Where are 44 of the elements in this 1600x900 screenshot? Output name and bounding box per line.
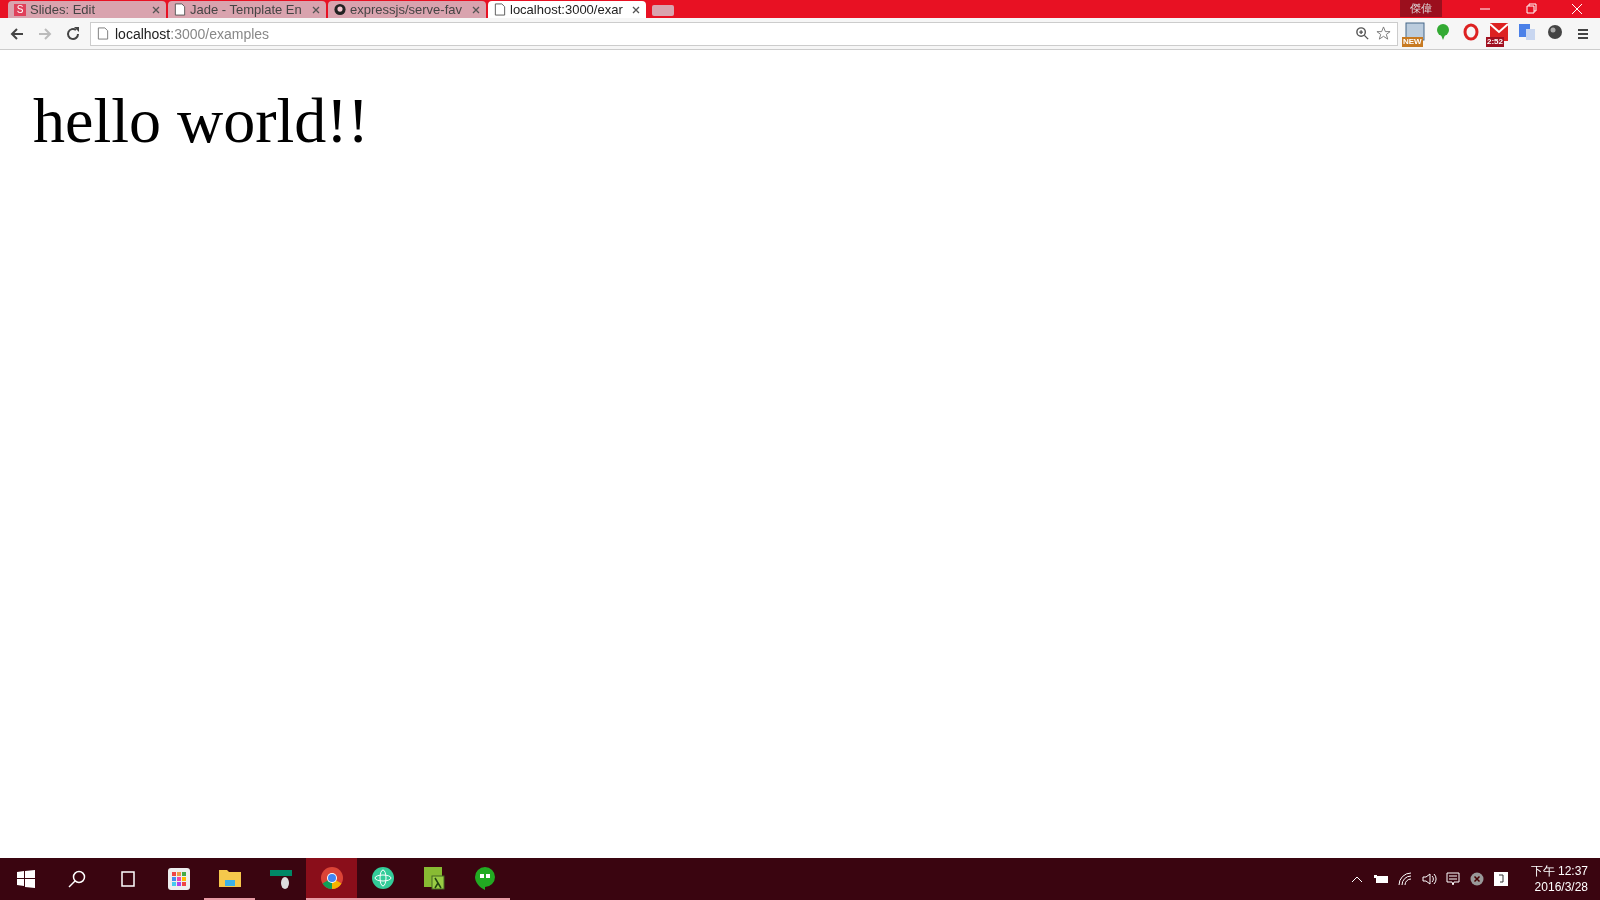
clock[interactable]: 下午 12:37 2016/3/28 <box>1512 858 1600 900</box>
input-method-icon[interactable] <box>1492 871 1509 887</box>
close-icon[interactable] <box>472 5 480 14</box>
tab-title: localhost:3000/exar <box>510 2 624 17</box>
clock-time: 下午 12:37 <box>1530 863 1588 879</box>
page-icon <box>494 3 506 16</box>
atom-icon <box>370 866 395 890</box>
extension-badge: NEW <box>1402 36 1423 47</box>
browser-tab[interactable]: Jade - Template En <box>168 1 326 18</box>
back-icon[interactable] <box>9 25 25 42</box>
close-icon[interactable] <box>152 5 160 14</box>
page-heading: hello world!! <box>33 84 370 158</box>
browser-tab[interactable]: localhost:3000/exar <box>488 1 646 18</box>
github-icon <box>334 3 346 16</box>
star-icon[interactable] <box>1376 26 1391 41</box>
page-icon <box>174 3 186 16</box>
extension-badge: 2:52 <box>1486 36 1504 47</box>
app-grid-icon <box>166 867 191 891</box>
tab-title: Slides: Edit <box>30 2 97 17</box>
chrome-icon <box>319 866 344 890</box>
page-icon <box>97 27 109 40</box>
tab-title: Jade - Template En <box>190 2 303 17</box>
lambda-icon <box>421 866 446 890</box>
mouse-icon <box>268 867 293 891</box>
tab-title: expressjs/serve-fav <box>350 2 463 17</box>
profile-button[interactable]: 傑偉 <box>1400 0 1442 17</box>
hangouts-icon <box>472 866 497 890</box>
reload-icon[interactable] <box>65 25 81 42</box>
zoom-icon[interactable] <box>1355 26 1370 41</box>
wifi-icon[interactable] <box>1396 871 1413 887</box>
browser-tab[interactable]: expressjs/serve-fav <box>328 1 486 18</box>
search-icon <box>66 869 87 889</box>
browser-tab[interactable]: S Slides: Edit <box>8 1 166 18</box>
clock-date: 2016/3/28 <box>1534 879 1588 895</box>
url-text: localhost:3000/examples <box>115 25 270 42</box>
slides-icon: S <box>14 3 26 16</box>
address-bar[interactable]: localhost:3000/examples <box>90 21 1398 46</box>
windows-icon <box>15 869 36 889</box>
speaker-icon[interactable] <box>1420 871 1437 887</box>
close-icon[interactable] <box>312 5 320 14</box>
extension-button[interactable]: 2:52 <box>1488 20 1510 47</box>
error-icon[interactable] <box>1468 871 1485 887</box>
close-icon[interactable] <box>632 5 640 14</box>
notification-icon[interactable] <box>1444 871 1461 887</box>
